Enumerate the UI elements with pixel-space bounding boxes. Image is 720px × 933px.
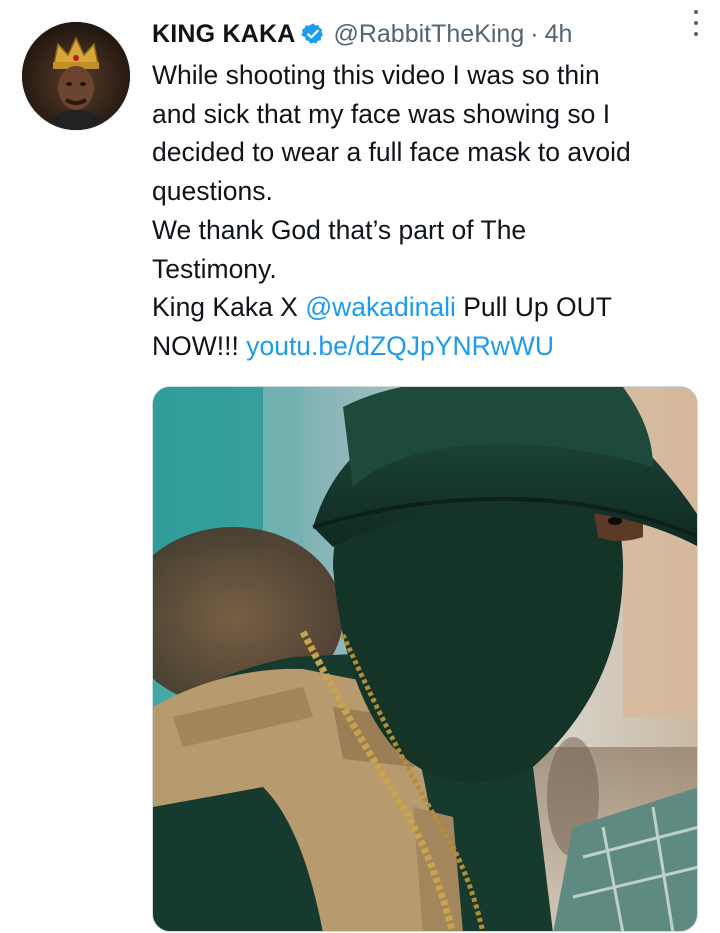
tweet-text-segment: NOW!!! — [152, 330, 247, 361]
masked-person-photo — [153, 387, 697, 931]
tweet[interactable]: KING KAKA @RabbitTheKing · 4h While shoo… — [0, 0, 720, 933]
tweet-text-line: Testimony. — [152, 253, 277, 284]
timestamp[interactable]: 4h — [545, 20, 573, 49]
tweet-text-line: While shooting this video I was so thin — [152, 60, 600, 90]
tweet-text: While shooting this video I was so thin … — [152, 56, 712, 366]
avatar[interactable] — [22, 22, 130, 130]
tweet-text-line: King Kaka X @wakadinali Pull Up OUT — [152, 288, 712, 327]
tweet-text-segment: King Kaka X — [152, 292, 306, 323]
verified-badge-icon — [301, 22, 325, 46]
tweet-text-line: NOW!!! youtu.be/dZQJpYNRwWU — [152, 327, 712, 366]
more-options-icon[interactable] — [690, 8, 702, 38]
tweet-text-line: questions. — [152, 176, 273, 207]
mention-link[interactable]: @wakadinali — [305, 292, 456, 322]
youtube-link[interactable]: youtu.be/dZQJpYNRwWU — [246, 331, 554, 361]
separator-dot: · — [530, 19, 539, 48]
author-name[interactable]: KING KAKA — [152, 20, 295, 49]
tweet-header: KING KAKA @RabbitTheKing · 4h — [152, 14, 700, 54]
tweet-text-line: We thank God that’s part of The — [152, 214, 527, 245]
tweet-text-line: decided to wear a full face mask to avoi… — [152, 137, 631, 168]
author-handle[interactable]: @RabbitTheKing — [333, 20, 524, 49]
tweet-text-line: and sick that my face was showing so I — [152, 98, 611, 129]
tweet-media-image[interactable] — [152, 386, 698, 932]
tweet-text-segment: Pull Up OUT — [455, 292, 612, 323]
